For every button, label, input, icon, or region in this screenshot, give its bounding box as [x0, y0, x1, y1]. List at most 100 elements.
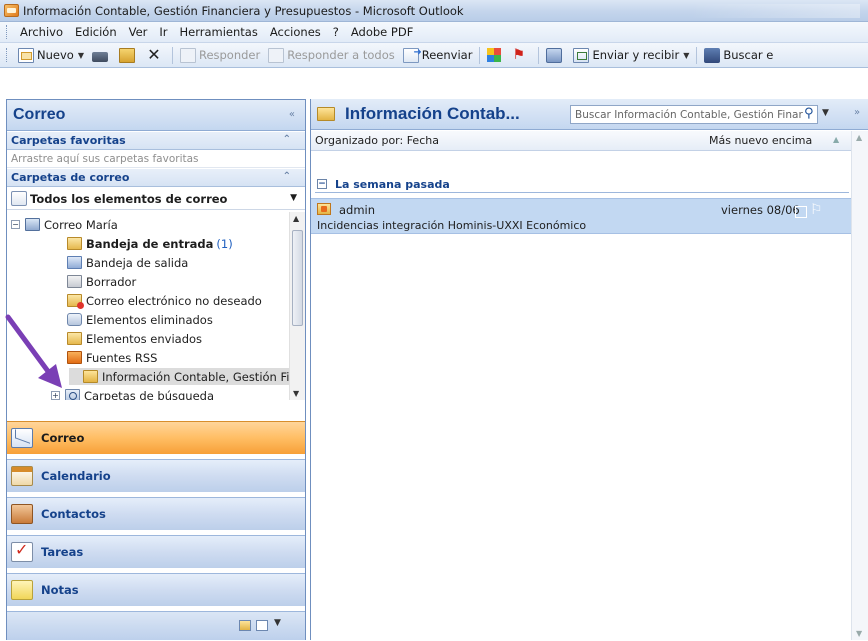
configure-buttons-icon[interactable]: ▼: [274, 618, 286, 629]
chevron-down-icon[interactable]: ▼: [290, 193, 297, 203]
print-button[interactable]: [88, 45, 115, 66]
scroll-up-icon[interactable]: ▲: [293, 214, 299, 223]
menu-archivo[interactable]: Archivo: [14, 25, 69, 39]
menu-acciones[interactable]: Acciones: [264, 25, 327, 39]
send-receive-button[interactable]: Enviar y recibir ▼: [569, 45, 693, 66]
nav-button-label: Calendario: [41, 469, 111, 483]
rss-message-icon: [317, 203, 331, 215]
address-book-button[interactable]: [542, 45, 569, 66]
follow-up-button[interactable]: ⚑: [508, 45, 535, 66]
sort-chevron-icon[interactable]: ▲: [833, 135, 839, 144]
scroll-up-icon[interactable]: ▲: [856, 133, 862, 142]
scroll-down-icon[interactable]: ▼: [856, 629, 862, 638]
all-mail-items-selector[interactable]: Todos los elementos de correo ▼: [7, 188, 305, 210]
title-bar-highlight: [690, 4, 860, 18]
chevron-up-icon[interactable]: ⌃: [283, 134, 291, 145]
unread-count: (1): [216, 236, 233, 251]
arranged-by-label[interactable]: Organizado por: Fecha: [315, 134, 439, 147]
message-list-pane: Información Contab... Buscar Información…: [310, 99, 868, 640]
forward-button[interactable]: Reenviar: [399, 45, 477, 66]
nav-button-calendar[interactable]: Calendario: [7, 459, 305, 492]
menu-edicion[interactable]: Edición: [69, 25, 123, 39]
contacts-icon: [11, 504, 33, 524]
search-address-book-button[interactable]: Buscar e: [700, 45, 777, 66]
menu-help[interactable]: ?: [327, 25, 345, 39]
toolbar-separator: [479, 46, 481, 64]
flag-icon[interactable]: ⚐: [810, 202, 823, 218]
group-header[interactable]: − La semana pasada: [311, 175, 851, 193]
folder-tree-scrollbar[interactable]: ▲ ▼: [289, 212, 305, 400]
tree-item-inbox[interactable]: Bandeja de entrada (1): [67, 235, 233, 252]
reply-all-icon: [268, 47, 285, 63]
tree-item-rss-feed-folder[interactable]: Información Contable, Gestión Fin: [69, 368, 289, 385]
nav-button-mail[interactable]: Correo: [7, 421, 305, 454]
collapse-tree-icon[interactable]: −: [11, 220, 20, 229]
menu-adobe-pdf[interactable]: Adobe PDF: [345, 25, 419, 39]
menu-ir[interactable]: Ir: [153, 25, 173, 39]
nav-button-label: Tareas: [41, 545, 84, 559]
sort-order-label[interactable]: Más nuevo encima: [709, 134, 812, 147]
scroll-down-icon[interactable]: ▼: [293, 389, 299, 398]
categorize-button[interactable]: [483, 45, 508, 66]
search-icon[interactable]: ⚲: [804, 106, 814, 121]
favorite-folders-title: Carpetas favoritas: [11, 134, 126, 147]
message-date: viernes 08/06: [721, 203, 800, 217]
category-box-icon[interactable]: [795, 206, 807, 218]
tree-item-rss[interactable]: Fuentes RSS: [67, 349, 157, 366]
nav-button-label: Notas: [41, 583, 79, 597]
delete-button[interactable]: ✕: [142, 45, 169, 66]
tree-item-deleted[interactable]: Elementos eliminados: [67, 311, 213, 328]
message-row[interactable]: admin Incidencias integración Hominis-UX…: [311, 198, 851, 234]
chevron-down-icon[interactable]: ▼: [822, 108, 829, 118]
group-divider: [315, 192, 849, 193]
address-book-icon: [704, 47, 721, 63]
menu-herramientas[interactable]: Herramientas: [174, 25, 264, 39]
chevron-down-icon[interactable]: ▼: [78, 51, 84, 60]
tasks-icon: [11, 540, 33, 562]
reply-button[interactable]: Responder: [176, 45, 264, 66]
toolbar-grip[interactable]: [6, 48, 9, 62]
tree-item-label: Bandeja de entrada: [86, 236, 214, 251]
tree-item-outbox[interactable]: Bandeja de salida: [67, 254, 188, 271]
collapse-group-icon[interactable]: −: [317, 179, 327, 189]
chevron-up-icon[interactable]: ⌃: [283, 171, 291, 182]
tree-item-label: Bandeja de salida: [86, 255, 189, 270]
tree-item-sent[interactable]: Elementos enviados: [67, 330, 202, 347]
mail-folders-header[interactable]: Carpetas de correo ⌃: [7, 169, 305, 187]
categorize-icon: [487, 48, 502, 62]
move-to-folder-button[interactable]: [115, 45, 142, 66]
folder-icon: [317, 107, 335, 121]
collapse-pane-icon[interactable]: «: [289, 109, 295, 120]
menu-grip[interactable]: [6, 25, 9, 39]
outbox-icon: [67, 256, 82, 269]
folder-list-icon[interactable]: [239, 620, 251, 631]
mailbox-icon: [25, 218, 40, 231]
message-subject: Incidencias integración Hominis-UXXI Eco…: [317, 219, 587, 232]
tree-item-label: Fuentes RSS: [86, 350, 158, 365]
favorite-folders-header[interactable]: Carpetas favoritas ⌃: [7, 132, 305, 150]
tree-item-label: Correo María: [44, 217, 118, 232]
tree-item-drafts[interactable]: Borrador: [67, 273, 136, 290]
tree-item-junk[interactable]: Correo electrónico no deseado: [67, 292, 262, 309]
chevron-down-icon[interactable]: ▼: [683, 51, 689, 60]
nav-button-notes[interactable]: Notas: [7, 573, 305, 606]
nav-button-tasks[interactable]: Tareas: [7, 535, 305, 568]
reply-all-button[interactable]: Responder a todos: [264, 45, 399, 66]
reply-button-label: Responder: [198, 48, 261, 62]
scrollbar-thumb[interactable]: [292, 230, 303, 326]
annotation-arrow: [5, 314, 62, 388]
nav-button-contacts[interactable]: Contactos: [7, 497, 305, 530]
expand-query-icon[interactable]: »: [854, 107, 860, 118]
reply-icon: [179, 47, 196, 63]
menu-ver[interactable]: Ver: [123, 25, 154, 39]
new-button[interactable]: Nuevo ▼: [14, 45, 88, 66]
instant-search-input[interactable]: Buscar Información Contable, Gestión Fin…: [570, 105, 818, 124]
tree-item-mailbox[interactable]: − Correo María: [11, 216, 118, 233]
drafts-icon: [67, 275, 82, 288]
shortcuts-icon[interactable]: [256, 620, 268, 631]
arrange-by-bar[interactable]: Organizado por: Fecha Más nuevo encima ▲: [311, 131, 851, 151]
navigation-pane-title: Correo: [13, 106, 66, 123]
reply-all-button-label: Responder a todos: [287, 48, 395, 62]
mail-icon: [11, 428, 33, 448]
message-list-scrollbar[interactable]: ▲ ▼: [851, 131, 868, 640]
